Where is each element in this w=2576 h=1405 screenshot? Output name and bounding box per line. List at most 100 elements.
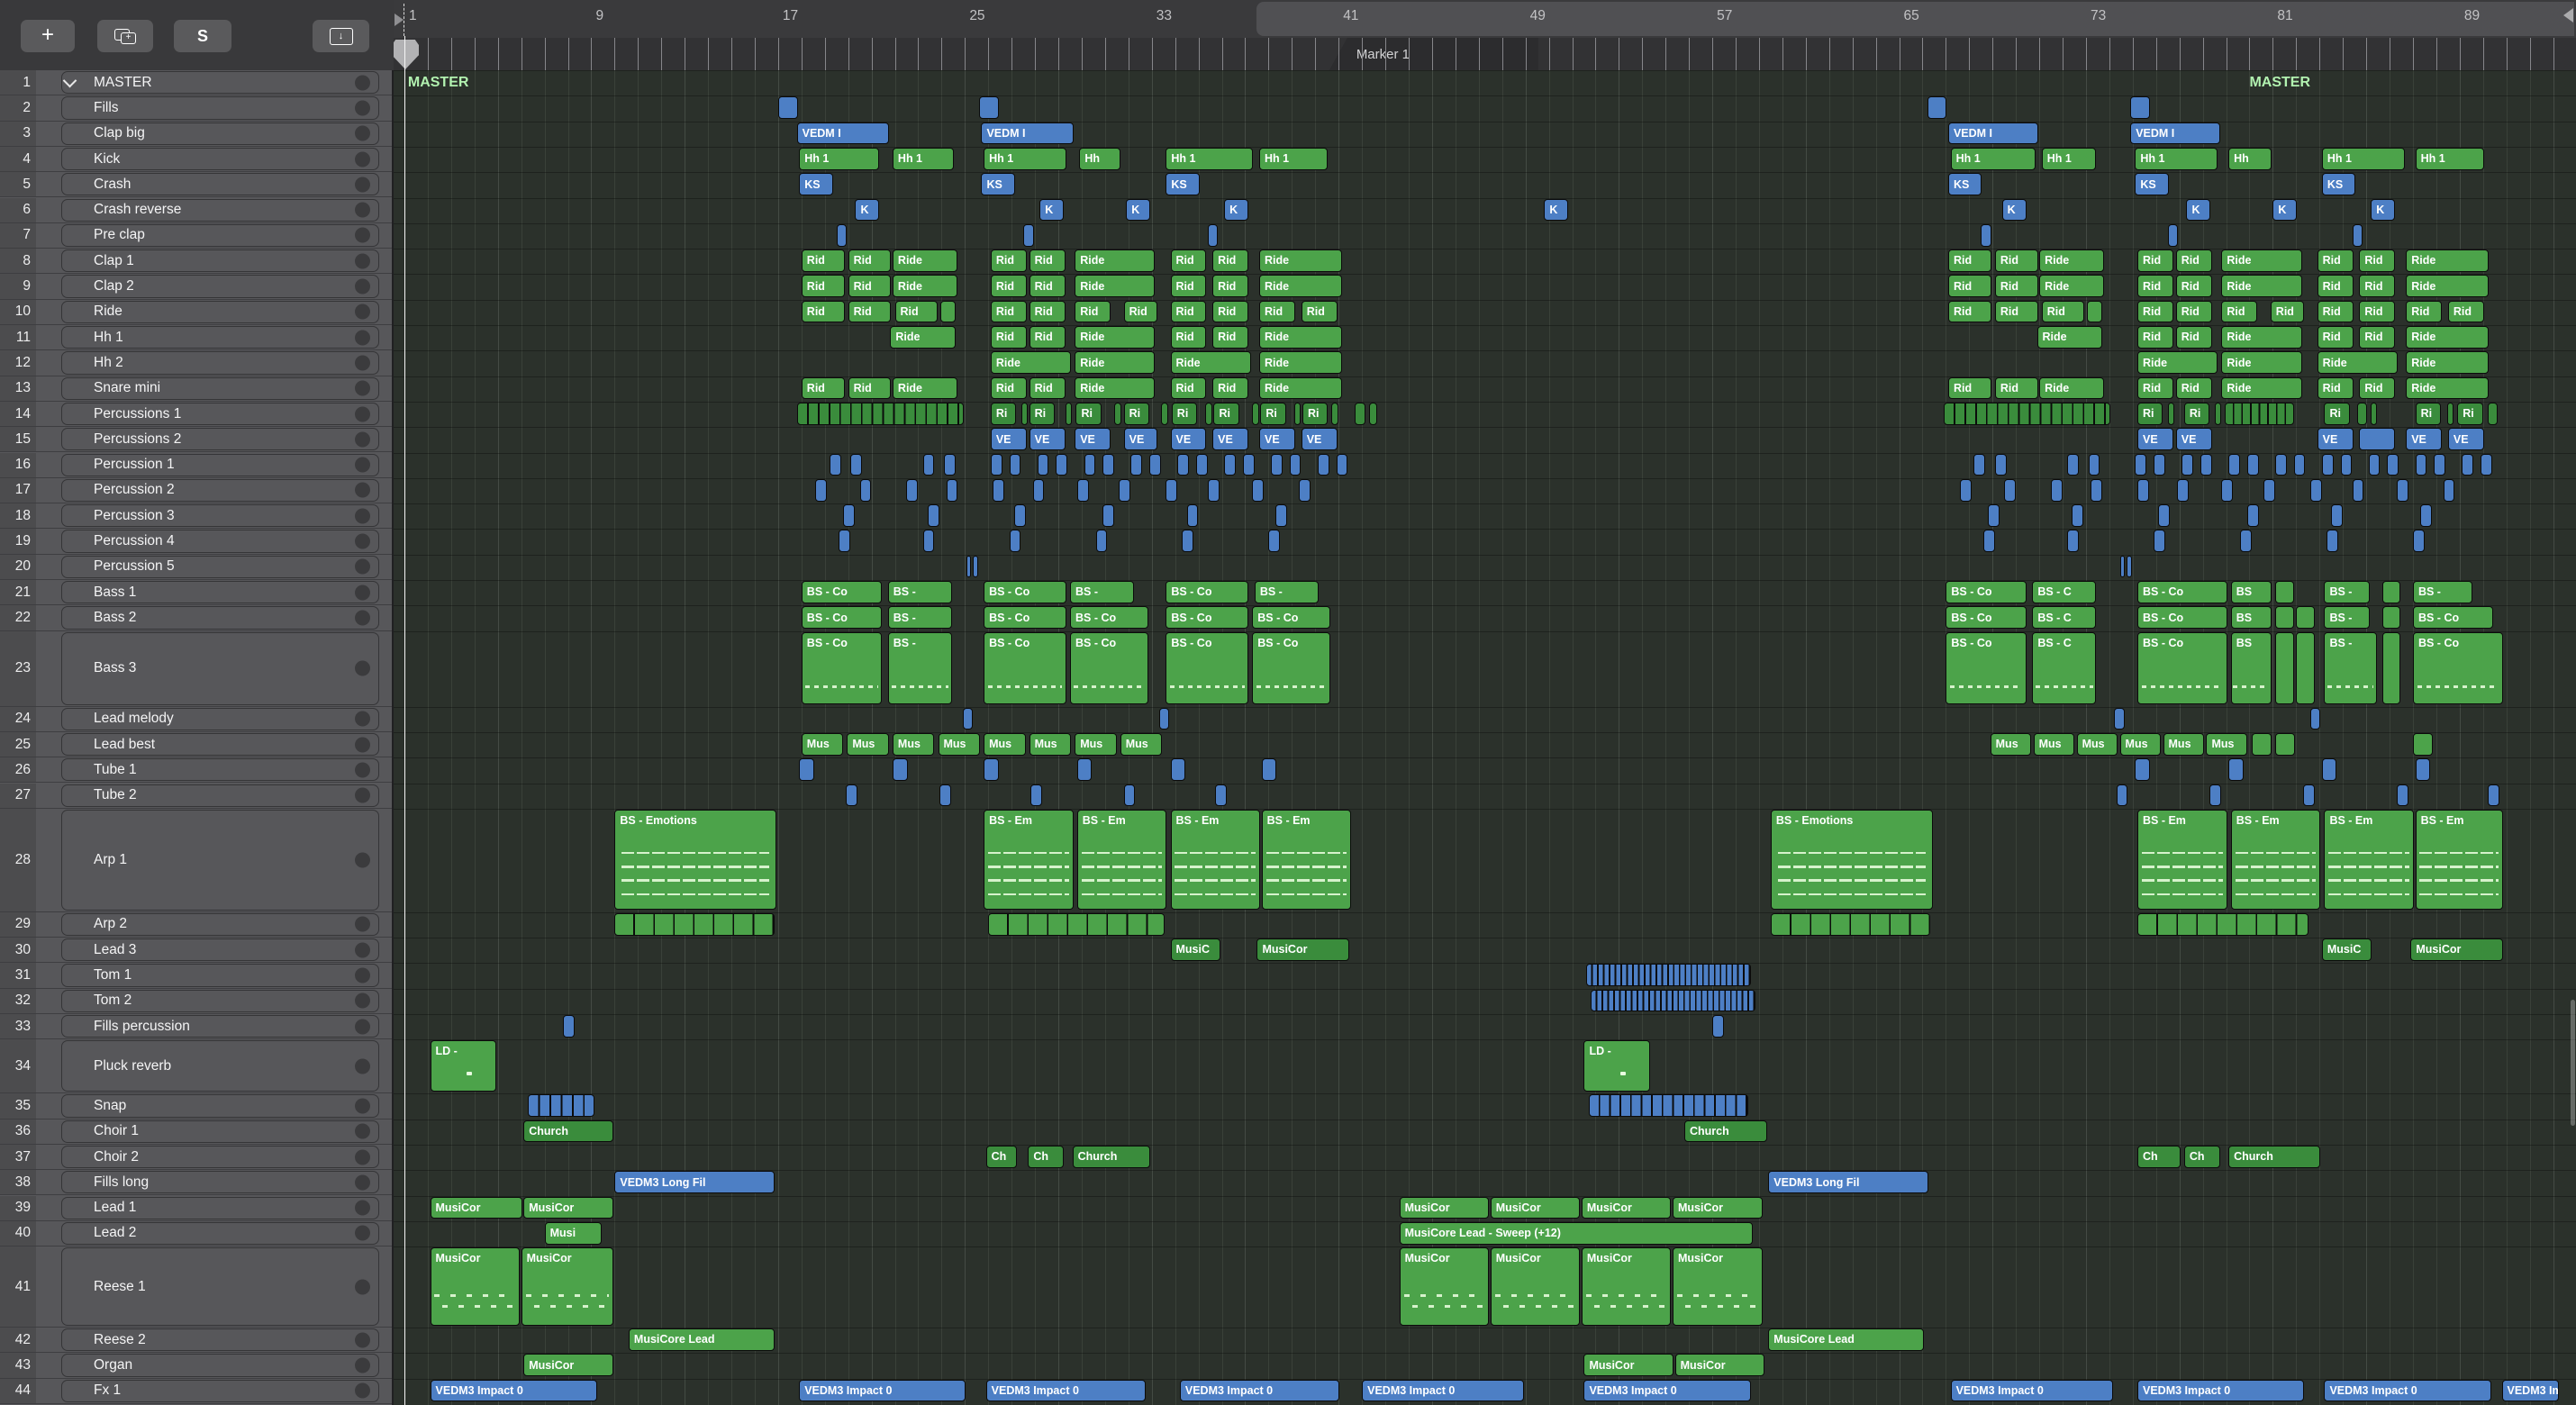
region-bs[interactable]: BS - — [2324, 606, 2370, 630]
region[interactable] — [796, 402, 964, 425]
region[interactable] — [1009, 530, 1021, 553]
region[interactable] — [614, 912, 775, 936]
region-rid[interactable]: Rid — [1947, 275, 1991, 298]
region-bs[interactable]: BS — [2230, 631, 2272, 705]
mute-dot[interactable] — [355, 993, 370, 1009]
track-name[interactable]: Reese 1 — [94, 1279, 146, 1295]
region[interactable] — [1032, 478, 1045, 502]
region[interactable] — [2368, 453, 2381, 476]
track-header-tom-2[interactable]: 32 Tom 2 — [0, 988, 394, 1014]
region[interactable] — [1076, 758, 1093, 781]
mute-dot[interactable] — [355, 304, 370, 320]
track-header-hh-2[interactable]: 12 Hh 2 — [0, 350, 394, 376]
track-name[interactable]: Tom 1 — [94, 967, 132, 984]
region-rid[interactable]: Rid — [2447, 300, 2484, 323]
track-name[interactable]: Tube 1 — [94, 762, 137, 778]
region-rid[interactable]: Rid — [2359, 275, 2396, 298]
track-name[interactable]: Lead melody — [94, 711, 174, 727]
track-name[interactable]: Fx 1 — [94, 1382, 121, 1399]
region[interactable] — [990, 453, 1002, 476]
mute-dot[interactable] — [355, 431, 370, 448]
track-name[interactable]: Fills long — [94, 1174, 149, 1191]
region-musi[interactable]: Musi — [544, 1221, 602, 1245]
mute-dot[interactable] — [355, 457, 370, 473]
track-header-tube-2[interactable]: 27 Tube 2 — [0, 783, 394, 809]
region-musicor[interactable]: MusiCor — [523, 1354, 613, 1377]
region[interactable] — [2181, 453, 2194, 476]
track-header-kick[interactable]: 4 Kick — [0, 146, 394, 173]
region[interactable] — [1336, 453, 1348, 476]
region-ks[interactable]: KS — [2321, 173, 2356, 195]
region[interactable] — [2274, 453, 2287, 476]
track-name[interactable]: Percussion 1 — [94, 457, 175, 473]
region[interactable] — [943, 453, 956, 476]
region-rid[interactable]: Rid — [2359, 326, 2396, 349]
region[interactable] — [962, 707, 974, 730]
region-ri[interactable]: Ri — [2415, 402, 2441, 425]
region[interactable] — [528, 1094, 595, 1118]
region-ride[interactable]: Ride — [2221, 249, 2302, 272]
mute-dot[interactable] — [355, 1279, 370, 1295]
region[interactable] — [1591, 989, 1755, 1012]
region[interactable] — [1029, 784, 1042, 807]
mute-dot[interactable] — [355, 227, 370, 243]
track-header-clap-big[interactable]: 3 Clap big — [0, 121, 394, 147]
track-name[interactable]: Organ — [94, 1357, 132, 1373]
solo-button[interactable]: S — [174, 20, 231, 52]
track-header-percussion-2[interactable]: 17 Percussion 2 — [0, 477, 394, 504]
region-ride[interactable]: Ride — [1259, 376, 1342, 400]
region[interactable] — [2481, 453, 2492, 476]
region-bs-em[interactable]: BS - Em — [1076, 809, 1167, 911]
add-track-button[interactable]: + — [21, 20, 75, 52]
region-k[interactable]: K — [855, 198, 880, 222]
region-rid[interactable]: Rid — [1029, 376, 1066, 400]
track-name[interactable]: Percussions 2 — [94, 431, 181, 448]
region[interactable] — [2209, 784, 2222, 807]
region-rid[interactable]: Rid — [1994, 249, 2038, 272]
region-hh-1[interactable]: Hh 1 — [2135, 147, 2218, 170]
region[interactable] — [2359, 428, 2396, 450]
region-bs-co[interactable]: BS - Co — [1070, 631, 1148, 705]
region-ride[interactable]: Ride — [990, 351, 1072, 375]
region-rid[interactable]: Rid — [2359, 376, 2396, 400]
region-rid[interactable]: Rid — [990, 326, 1027, 349]
region-ride[interactable]: Ride — [2317, 351, 2398, 375]
region-bs[interactable]: BS — [2230, 606, 2272, 630]
region-hh-1[interactable]: Hh 1 — [799, 147, 880, 170]
region-rid[interactable]: Rid — [1212, 326, 1249, 349]
region[interactable] — [829, 453, 841, 476]
mute-dot[interactable] — [355, 1382, 370, 1399]
region[interactable] — [1981, 223, 1991, 247]
mute-dot[interactable] — [355, 330, 370, 346]
region[interactable] — [2167, 223, 2179, 247]
region-rid[interactable]: Rid — [848, 300, 892, 323]
region-mus[interactable]: Mus — [1120, 732, 1163, 756]
mute-dot[interactable] — [355, 852, 370, 868]
mute-dot[interactable] — [355, 585, 370, 601]
region[interactable] — [2382, 631, 2400, 705]
region-k[interactable]: K — [2001, 198, 2027, 222]
region-ks[interactable]: KS — [799, 173, 833, 195]
region[interactable] — [1973, 453, 1986, 476]
region-musicor[interactable]: MusiCor — [523, 1196, 613, 1219]
mute-dot[interactable] — [355, 533, 370, 549]
region[interactable] — [2177, 478, 2189, 502]
region-hh-1[interactable]: Hh 1 — [984, 147, 1066, 170]
region[interactable] — [2200, 453, 2212, 476]
region-rid[interactable]: Rid — [848, 249, 892, 272]
region-ride[interactable]: Ride — [1170, 351, 1251, 375]
region-ks[interactable]: KS — [1166, 173, 1200, 195]
region[interactable] — [1065, 402, 1073, 425]
region[interactable] — [1988, 504, 2000, 527]
region-ride[interactable]: Ride — [2039, 275, 2105, 298]
track-header-fills-percussion[interactable]: 33 Fills percussion — [0, 1014, 394, 1040]
mute-dot[interactable] — [355, 380, 370, 396]
region[interactable] — [1186, 504, 1199, 527]
track-header-organ[interactable]: 43 Organ — [0, 1353, 394, 1379]
region-musicore-lead[interactable]: MusiCore Lead — [628, 1328, 775, 1351]
region-rid[interactable]: Rid — [1170, 300, 1207, 323]
region-rid[interactable]: Rid — [1947, 300, 1991, 323]
region-rid[interactable]: Rid — [1029, 275, 1066, 298]
mute-dot[interactable] — [355, 151, 370, 168]
region-rid[interactable]: Rid — [1029, 326, 1066, 349]
